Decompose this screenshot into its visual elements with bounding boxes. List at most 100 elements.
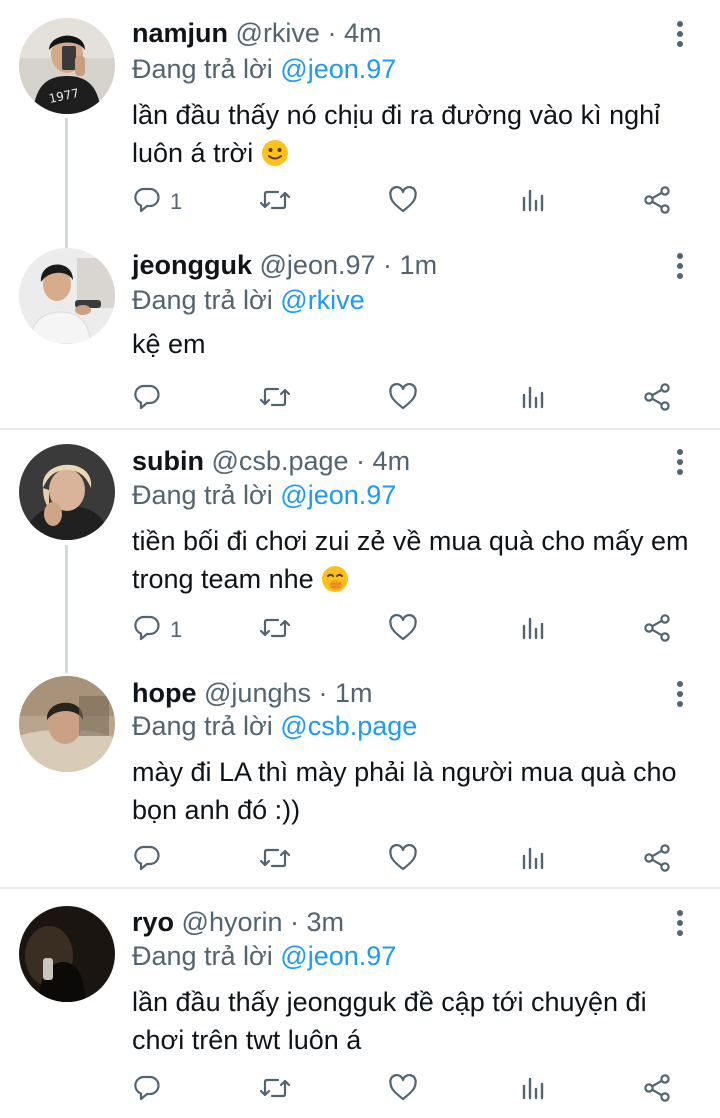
tweet-actions: [132, 381, 692, 417]
tweet-text-content: tiền bối đi chơi zui zẻ về mua quà cho m…: [132, 526, 689, 594]
analytics-button[interactable]: [518, 842, 548, 878]
mention-link[interactable]: @rkive: [280, 285, 364, 315]
tweet-text-content: lần đầu thấy jeongguk đề cập tới chuyện …: [132, 987, 647, 1055]
retweet-button[interactable]: [258, 1072, 300, 1108]
avatar[interactable]: [19, 444, 115, 540]
like-button[interactable]: [388, 1072, 426, 1108]
more-vertical-icon[interactable]: [664, 677, 696, 711]
reply-prefix: Đang trả lời: [132, 941, 273, 971]
reply-button[interactable]: 1: [132, 612, 182, 648]
analytics-icon: [518, 185, 548, 220]
separator-dot: ·: [290, 907, 300, 937]
tweet-actions: 1: [132, 612, 692, 648]
tweet-text: mày đi LA thì mày phải là người mua quà …: [132, 753, 702, 829]
like-button[interactable]: [388, 612, 426, 648]
mention-link[interactable]: @jeon.97: [280, 941, 396, 971]
reply-button[interactable]: [132, 1072, 170, 1108]
user-handle[interactable]: @junghs: [204, 678, 311, 708]
replying-to: Đang trả lời @jeon.97: [132, 52, 396, 86]
separator-dot: ·: [356, 446, 366, 476]
retweet-button[interactable]: [258, 184, 300, 220]
retweet-button[interactable]: [258, 381, 300, 417]
slightly-smiling-face-emoji: [261, 139, 289, 177]
retweet-button[interactable]: [258, 842, 300, 878]
user-handle[interactable]: @jeon.97: [260, 250, 376, 280]
reply-button[interactable]: [132, 842, 170, 878]
share-icon: [642, 843, 672, 878]
display-name[interactable]: hope: [132, 678, 197, 708]
like-icon: [388, 185, 418, 220]
avatar[interactable]: [19, 906, 115, 1002]
tweet-header: jeongguk @jeon.97 · 1m: [132, 248, 650, 282]
tweet-header: namjun @rkive · 4m: [132, 16, 650, 50]
avatar[interactable]: [19, 248, 115, 344]
retweet-icon: [258, 843, 292, 878]
reply-prefix: Đang trả lời: [132, 711, 273, 741]
analytics-icon: [518, 382, 548, 417]
mention-link[interactable]: @jeon.97: [280, 54, 396, 84]
avatar[interactable]: 1977: [19, 18, 115, 114]
share-icon: [642, 185, 672, 220]
analytics-button[interactable]: [518, 612, 548, 648]
tweet[interactable]: jeongguk @jeon.97 · 1m Đang trả lời @rki…: [0, 248, 720, 428]
retweet-icon: [258, 1073, 292, 1108]
like-button[interactable]: [388, 381, 426, 417]
like-button[interactable]: [388, 184, 426, 220]
tweet[interactable]: 1977 namjun @rkive · 4m Đang trả lời @je…: [0, 0, 720, 240]
tweet-text-content: mày đi LA thì mày phải là người mua quà …: [132, 757, 677, 825]
display-name[interactable]: namjun: [132, 18, 228, 48]
display-name[interactable]: subin: [132, 446, 204, 476]
reply-icon: [132, 1073, 162, 1108]
analytics-icon: [518, 1073, 548, 1108]
more-vertical-icon[interactable]: [664, 906, 696, 940]
timestamp[interactable]: 4m: [344, 18, 382, 48]
tweet-text-content: kệ em: [132, 329, 206, 359]
mention-link[interactable]: @jeon.97: [280, 480, 396, 510]
analytics-button[interactable]: [518, 1072, 548, 1108]
replying-to: Đang trả lời @jeon.97: [132, 478, 396, 512]
reply-icon: [132, 185, 162, 220]
tweet-text-content: lần đầu thấy nó chịu đi ra đường vào kì …: [132, 100, 661, 168]
tweet-actions: 1: [132, 184, 692, 220]
tweet-text: tiền bối đi chơi zui zẻ về mua quà cho m…: [132, 522, 702, 603]
analytics-button[interactable]: [518, 381, 548, 417]
user-handle[interactable]: @hyorin: [182, 907, 283, 937]
timestamp[interactable]: 1m: [335, 678, 373, 708]
retweet-button[interactable]: [258, 612, 300, 648]
user-handle[interactable]: @csb.page: [212, 446, 349, 476]
tweet-header: hope @junghs · 1m: [132, 676, 650, 710]
tweet[interactable]: subin @csb.page · 4m Đang trả lời @jeon.…: [0, 430, 720, 660]
timestamp[interactable]: 1m: [400, 250, 438, 280]
reply-prefix: Đang trả lời: [132, 285, 273, 315]
reply-thread-feed: 1977 namjun @rkive · 4m Đang trả lời @je…: [0, 0, 720, 1118]
avatar[interactable]: [19, 676, 115, 772]
replying-to: Đang trả lời @rkive: [132, 283, 365, 317]
like-button[interactable]: [388, 842, 426, 878]
analytics-icon: [518, 613, 548, 648]
share-button[interactable]: [642, 1072, 672, 1108]
more-vertical-icon[interactable]: [664, 445, 696, 479]
share-icon: [642, 1073, 672, 1108]
separator-dot: ·: [318, 678, 328, 708]
reply-count: 1: [170, 189, 183, 214]
replying-to: Đang trả lời @csb.page: [132, 709, 417, 743]
timestamp[interactable]: 3m: [307, 907, 345, 937]
display-name[interactable]: ryo: [132, 907, 174, 937]
display-name[interactable]: jeongguk: [132, 250, 252, 280]
mention-link[interactable]: @csb.page: [280, 711, 417, 741]
share-button[interactable]: [642, 612, 672, 648]
retweet-icon: [258, 185, 292, 220]
more-vertical-icon[interactable]: [664, 17, 696, 51]
share-button[interactable]: [642, 184, 672, 220]
reply-button[interactable]: 1: [132, 184, 182, 220]
more-vertical-icon[interactable]: [664, 249, 696, 283]
timestamp[interactable]: 4m: [373, 446, 411, 476]
user-handle[interactable]: @rkive: [236, 18, 320, 48]
share-button[interactable]: [642, 381, 672, 417]
share-button[interactable]: [642, 842, 672, 878]
analytics-button[interactable]: [518, 184, 548, 220]
tweet[interactable]: hope @junghs · 1m Đang trả lời @csb.page…: [0, 676, 720, 886]
reply-icon: [132, 613, 162, 648]
tweet[interactable]: ryo @hyorin · 3m Đang trả lời @jeon.97 l…: [0, 890, 720, 1118]
reply-button[interactable]: [132, 381, 170, 417]
